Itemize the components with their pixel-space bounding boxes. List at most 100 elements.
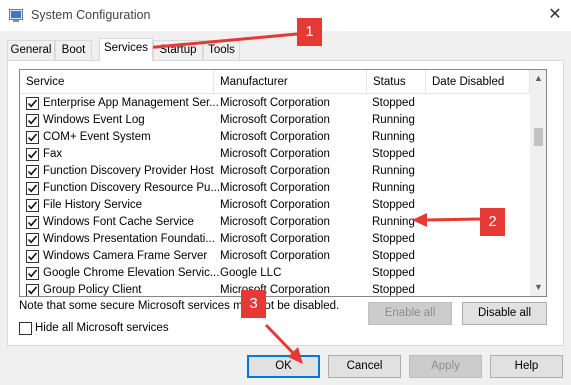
service-status: Stopped [372, 267, 415, 279]
ok-button[interactable]: OK [247, 355, 320, 378]
service-manufacturer: Microsoft Corporation [220, 97, 330, 109]
tab-services[interactable]: Services [99, 38, 153, 61]
table-row[interactable]: Google Chrome Elevation Servic... Google … [20, 265, 530, 282]
service-date-disabled [431, 282, 529, 296]
checkmark-icon [27, 269, 38, 278]
service-manufacturer: Microsoft Corporation [220, 250, 330, 262]
service-status: Running [372, 165, 415, 177]
tab-boot[interactable]: Boot [55, 40, 92, 60]
table-row[interactable]: Enterprise App Management Ser... Microsof… [20, 95, 530, 112]
service-checkbox[interactable] [26, 182, 39, 195]
service-checkbox[interactable] [26, 267, 39, 280]
column-service[interactable]: Service [20, 70, 214, 94]
title-bar: System Configuration ✕ [0, 0, 571, 31]
service-name: Windows Font Cache Service [43, 216, 194, 228]
checkmark-icon [27, 133, 38, 142]
checkmark-icon [27, 167, 38, 176]
tab-tools[interactable]: Tools [203, 40, 240, 60]
service-date-disabled [431, 146, 529, 163]
hide-all-label: Hide all Microsoft services [35, 322, 169, 334]
table-row[interactable]: Windows Event Log Microsoft Corporation Ru… [20, 112, 530, 129]
scroll-thumb[interactable] [534, 128, 543, 146]
service-name: COM+ Event System [43, 131, 151, 143]
service-checkbox[interactable] [26, 97, 39, 110]
service-manufacturer: Microsoft Corporation [220, 199, 330, 211]
tab-general[interactable]: General [7, 40, 55, 60]
annotation-2: 2 [480, 208, 505, 236]
checkmark-icon [27, 184, 38, 193]
service-name: Windows Event Log [43, 114, 145, 126]
checkmark-icon [27, 252, 38, 261]
apply-button[interactable]: Apply [409, 355, 482, 378]
table-row[interactable]: Windows Camera Frame Server Microsoft Cor… [20, 248, 530, 265]
service-name: Windows Camera Frame Server [43, 250, 208, 262]
checkmark-icon [27, 201, 38, 210]
service-date-disabled [431, 129, 529, 146]
table-row[interactable]: Function Discovery Resource Pu... Microso… [20, 180, 530, 197]
service-date-disabled [431, 163, 529, 180]
service-status: Stopped [372, 233, 415, 245]
checkmark-icon [27, 116, 38, 125]
services-list[interactable]: Service Manufacturer Status Date Disable… [19, 69, 547, 297]
service-checkbox[interactable] [26, 199, 39, 212]
annotation-1: 1 [297, 18, 322, 46]
disable-all-button[interactable]: Disable all [462, 302, 547, 325]
enable-all-button[interactable]: Enable all [368, 302, 452, 325]
tab-startup[interactable]: Startup [153, 40, 203, 60]
service-status: Running [372, 114, 415, 126]
list-header: Service Manufacturer Status Date Disable… [20, 70, 530, 94]
checkmark-icon [27, 150, 38, 159]
column-manufacturer[interactable]: Manufacturer [214, 70, 367, 94]
table-row[interactable]: Windows Presentation Foundati... Microsof… [20, 231, 530, 248]
service-name: Google Chrome Elevation Servic... [43, 267, 220, 279]
table-row[interactable]: Group Policy Client Microsoft Corporation… [20, 282, 530, 296]
service-checkbox[interactable] [26, 131, 39, 144]
system-configuration-icon [9, 9, 23, 22]
cancel-button[interactable]: Cancel [328, 355, 401, 378]
service-checkbox[interactable] [26, 216, 39, 229]
vertical-scrollbar[interactable]: ▲ ▼ [530, 70, 546, 296]
service-manufacturer: Microsoft Corporation [220, 165, 330, 177]
service-name: File History Service [43, 199, 143, 211]
service-checkbox[interactable] [26, 165, 39, 178]
list-rows: Enterprise App Management Ser... Microsof… [20, 95, 530, 296]
service-status: Stopped [372, 284, 415, 296]
service-checkbox[interactable] [26, 233, 39, 246]
table-row[interactable]: Fax Microsoft Corporation Stopped [20, 146, 530, 163]
service-date-disabled [431, 180, 529, 197]
table-row[interactable]: File History Service Microsoft Corporatio… [20, 197, 530, 214]
service-manufacturer: Microsoft Corporation [220, 148, 330, 160]
service-name: Function Discovery Provider Host [43, 165, 214, 177]
service-checkbox[interactable] [26, 284, 39, 296]
close-button[interactable]: ✕ [541, 4, 569, 26]
close-icon: ✕ [548, 6, 562, 23]
service-checkbox[interactable] [26, 250, 39, 263]
scroll-up-arrow[interactable]: ▲ [530, 70, 546, 87]
service-name: Fax [43, 148, 63, 160]
column-date-disabled[interactable]: Date Disabled [426, 70, 530, 94]
checkmark-icon [27, 218, 38, 227]
service-status: Running [372, 182, 415, 194]
service-status: Stopped [372, 148, 415, 160]
hide-all-checkbox[interactable] [19, 322, 32, 335]
service-status: Stopped [372, 97, 415, 109]
scroll-down-arrow[interactable]: ▼ [530, 279, 546, 296]
service-manufacturer: Microsoft Corporation [220, 114, 330, 126]
service-manufacturer: Microsoft Corporation [220, 131, 330, 143]
annotation-3: 3 [241, 290, 266, 318]
table-row[interactable]: Windows Font Cache Service Microsoft Corp… [20, 214, 530, 231]
table-row[interactable]: COM+ Event System Microsoft Corporation Ru… [20, 129, 530, 146]
table-row[interactable]: Function Discovery Provider Host Microsof… [20, 163, 530, 180]
service-date-disabled [431, 265, 529, 282]
service-manufacturer: Microsoft Corporation [220, 216, 330, 228]
checkmark-icon [27, 286, 38, 295]
service-name: Windows Presentation Foundati... [43, 233, 215, 245]
secure-services-note: Note that some secure Microsoft services… [19, 300, 340, 312]
service-checkbox[interactable] [26, 148, 39, 161]
service-manufacturer: Microsoft Corporation [220, 233, 330, 245]
service-status: Stopped [372, 199, 415, 211]
service-checkbox[interactable] [26, 114, 39, 127]
help-button[interactable]: Help [490, 355, 563, 378]
column-status[interactable]: Status [367, 70, 426, 94]
service-date-disabled [431, 248, 529, 265]
